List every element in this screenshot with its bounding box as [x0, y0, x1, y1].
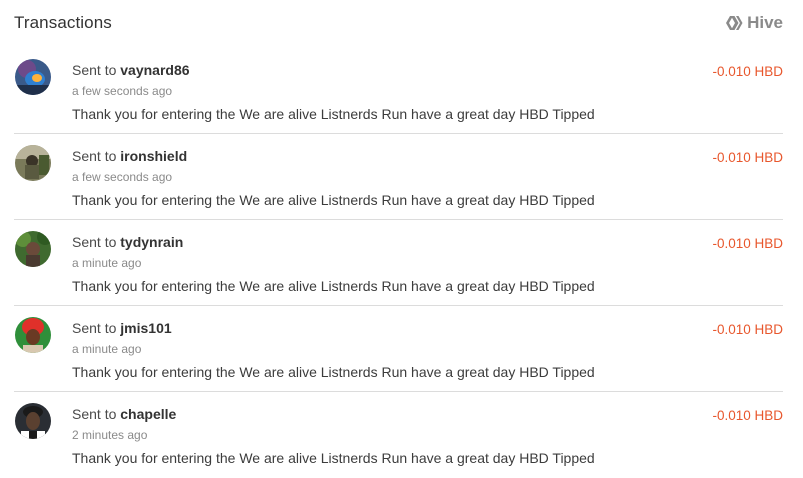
- transaction-prefix: Sent to: [72, 406, 117, 422]
- recipient-link[interactable]: jmis101: [120, 320, 171, 336]
- avatar[interactable]: [15, 59, 51, 95]
- transaction-amount: -0.010 HBD: [712, 408, 783, 423]
- transaction-memo: Thank you for entering the We are alive …: [72, 278, 595, 294]
- transaction-row[interactable]: Sent to chapelle 2 minutes ago Thank you…: [14, 392, 783, 478]
- avatar[interactable]: [15, 403, 51, 439]
- transaction-prefix: Sent to: [72, 320, 117, 336]
- transaction-row[interactable]: Sent to ironshield a few seconds ago Tha…: [14, 134, 783, 220]
- transaction-prefix: Sent to: [72, 62, 117, 78]
- transaction-list: Sent to vaynard86 a few seconds ago Than…: [0, 48, 803, 478]
- recipient-link[interactable]: tydynrain: [120, 234, 183, 250]
- transaction-row[interactable]: Sent to jmis101 a minute ago Thank you f…: [14, 306, 783, 392]
- avatar-blue-figure-icon: [15, 59, 51, 95]
- avatar-green-forest-icon: [15, 231, 51, 267]
- recipient-link[interactable]: vaynard86: [120, 62, 189, 78]
- transaction-summary: Sent to vaynard86: [72, 62, 190, 78]
- transaction-amount: -0.010 HBD: [712, 236, 783, 251]
- transaction-time: a minute ago: [72, 256, 142, 270]
- transaction-prefix: Sent to: [72, 148, 117, 164]
- transaction-summary: Sent to ironshield: [72, 148, 187, 164]
- recipient-link[interactable]: ironshield: [120, 148, 187, 164]
- transaction-summary: Sent to tydynrain: [72, 234, 183, 250]
- transaction-summary: Sent to chapelle: [72, 406, 176, 422]
- transaction-memo: Thank you for entering the We are alive …: [72, 106, 595, 122]
- transaction-row[interactable]: Sent to vaynard86 a few seconds ago Than…: [14, 48, 783, 134]
- transaction-time: a few seconds ago: [72, 170, 173, 184]
- transaction-amount: -0.010 HBD: [712, 322, 783, 337]
- brand-label: Hive: [747, 13, 783, 32]
- transaction-time: 2 minutes ago: [72, 428, 148, 442]
- hive-brand: Hive: [725, 13, 783, 33]
- transaction-memo: Thank you for entering the We are alive …: [72, 364, 595, 380]
- transactions-header: Transactions Hive: [0, 0, 803, 46]
- transaction-memo: Thank you for entering the We are alive …: [72, 192, 595, 208]
- transaction-time: a few seconds ago: [72, 84, 173, 98]
- avatar[interactable]: [15, 145, 51, 181]
- avatar-dark-portrait-icon: [15, 403, 51, 439]
- transaction-summary: Sent to jmis101: [72, 320, 172, 336]
- transaction-amount: -0.010 HBD: [712, 64, 783, 79]
- avatar-red-headwrap-icon: [15, 317, 51, 353]
- recipient-link[interactable]: chapelle: [120, 406, 176, 422]
- avatar[interactable]: [15, 317, 51, 353]
- transaction-prefix: Sent to: [72, 234, 117, 250]
- transaction-memo: Thank you for entering the We are alive …: [72, 450, 595, 466]
- avatar[interactable]: [15, 231, 51, 267]
- hive-logo-icon: [726, 16, 743, 30]
- transaction-amount: -0.010 HBD: [712, 150, 783, 165]
- transaction-time: a minute ago: [72, 342, 142, 356]
- transaction-row[interactable]: Sent to tydynrain a minute ago Thank you…: [14, 220, 783, 306]
- page-title: Transactions: [14, 13, 112, 32]
- avatar-outdoor-photo-icon: [15, 145, 51, 181]
